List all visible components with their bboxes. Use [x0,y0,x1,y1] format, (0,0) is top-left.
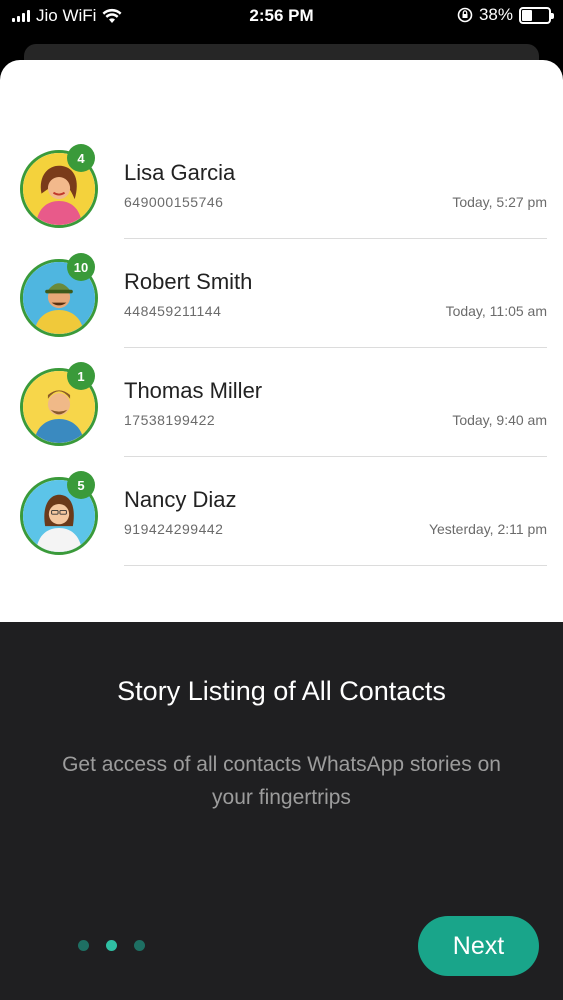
contact-name: Nancy Diaz [124,487,237,512]
page-dot [106,940,117,951]
contact-timestamp: Today, 5:27 pm [452,194,547,210]
battery-percent: 38% [478,5,513,24]
page-dot [78,940,89,951]
contact-row[interactable]: 1 Thomas Miller 17538199422 Today, 9:40 … [0,362,563,477]
divider [124,565,547,566]
page-indicator [78,940,145,951]
onboarding-panel: Story Listing of All Contacts Get access… [0,622,563,1000]
contact-name: Thomas Miller [124,378,263,403]
status-bar: Jio WiFi 2:56 PM 38% [0,0,563,34]
story-count-badge: 1 [67,362,95,390]
story-count-badge: 10 [67,253,95,281]
status-right: 38% [457,5,554,25]
contact-timestamp: Today, 11:05 am [445,303,547,319]
contacts-preview-card: 4 Lisa Garcia 649000155746 Today, 5:27 p… [0,60,563,622]
onboarding-description: Get access of all contacts WhatsApp stor… [62,753,501,809]
onboarding-title: Story Listing of All Contacts [117,676,446,706]
contact-row[interactable]: 5 Nancy Diaz 919424299442 Yesterday, 2:1… [0,471,563,586]
story-count-badge: 4 [67,144,95,172]
contact-phone: 17538199422 [124,412,216,428]
divider [124,347,547,348]
contact-name: Robert Smith [124,269,253,294]
contact-row[interactable]: 10 Robert Smith 448459211144 Today, 11:0… [0,253,563,368]
orientation-lock-icon [457,7,473,23]
story-count-badge: 5 [67,471,95,499]
contact-timestamp: Yesterday, 2:11 pm [428,521,547,537]
contact-phone: 649000155746 [124,194,224,210]
contact-name: Lisa Garcia [124,160,236,185]
contact-timestamp: Today, 9:40 am [452,412,547,428]
contact-phone: 919424299442 [124,521,224,537]
divider [124,456,547,457]
battery-fill [522,9,532,21]
battery-icon [519,6,554,24]
contact-phone: 448459211144 [124,303,222,319]
contact-row[interactable]: 4 Lisa Garcia 649000155746 Today, 5:27 p… [0,144,563,259]
divider [124,238,547,239]
page-dot [134,940,145,951]
next-button[interactable]: Next [418,916,539,976]
